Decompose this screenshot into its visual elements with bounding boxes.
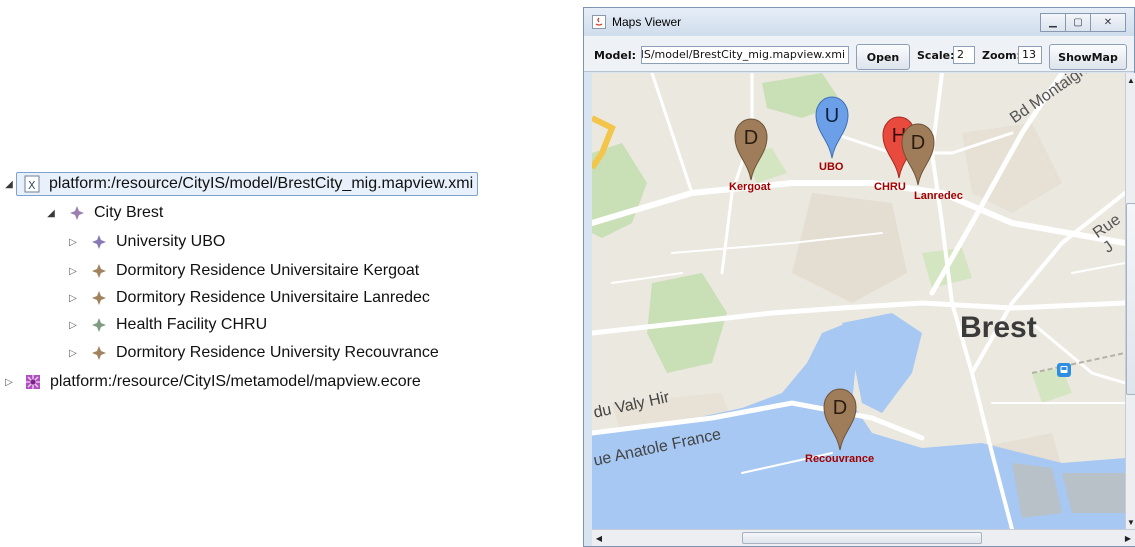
tree-row-root-file[interactable]: ◢ X platform:/resource/CityIS/model/Bres… (2, 171, 479, 197)
ecore-file-label: platform:/resource/CityIS/metamodel/mapv… (50, 373, 421, 390)
map-canvas[interactable]: Bd Montaigne Rue J du Valy Hir ue Anatol… (592, 73, 1125, 529)
horizontal-scroll-thumb[interactable] (742, 532, 982, 544)
scale-label: Scale: (917, 49, 955, 62)
svg-text:D: D (911, 132, 925, 154)
marker-recouvrance-icon[interactable]: D (823, 388, 857, 452)
health-diamond-icon (88, 314, 110, 336)
scroll-left-icon[interactable]: ◀ (592, 530, 606, 546)
vertical-scrollbar[interactable]: ▲ ▼ (1125, 73, 1135, 529)
svg-text:D: D (744, 127, 758, 149)
horizontal-scrollbar[interactable]: ◀ ▶ (592, 529, 1135, 546)
marker-label: Recouvrance (805, 453, 875, 465)
maps-viewer-window: Maps Viewer ▁ ▢ ✕ Model: CityIS/model/Br… (583, 7, 1135, 547)
scale-field[interactable]: 2 (953, 46, 975, 64)
svg-text:X: X (28, 179, 36, 192)
collapsed-triangle-icon[interactable]: ▷ (66, 237, 80, 248)
collapsed-triangle-icon[interactable]: ▷ (66, 348, 80, 359)
bus-station-icon[interactable] (1057, 363, 1071, 377)
tree-row-child[interactable]: ▷ Dormitory Residence Universitaire Kerg… (66, 258, 419, 284)
maximize-button[interactable]: ▢ (1065, 13, 1091, 32)
tree-row-child[interactable]: ▷ University UBO (66, 229, 225, 255)
open-button[interactable]: Open (856, 44, 910, 70)
expanded-triangle-icon[interactable]: ◢ (44, 208, 58, 219)
svg-text:D: D (833, 397, 847, 419)
zoom-label: Zoom: (982, 49, 1021, 62)
city-map-label: Brest (960, 311, 1037, 344)
tree-row-child[interactable]: ▷ Health Facility CHRU (66, 312, 267, 338)
marker-label: Kergoat (729, 181, 771, 193)
tree-row-city[interactable]: ◢ City Brest (44, 200, 163, 226)
close-icon: ✕ (1103, 17, 1113, 28)
minimize-button[interactable]: ▁ (1040, 13, 1066, 32)
child-label: Dormitory Residence University Recouvran… (116, 344, 439, 361)
marker-lanredec-icon[interactable]: D (901, 123, 935, 187)
dormitory-diamond-icon (88, 287, 110, 309)
scroll-right-icon[interactable]: ▶ (1121, 530, 1135, 546)
close-button[interactable]: ✕ (1090, 13, 1126, 32)
scroll-up-icon[interactable]: ▲ (1126, 73, 1135, 87)
expanded-triangle-icon[interactable]: ◢ (2, 179, 16, 190)
minimize-icon: ▁ (1049, 17, 1057, 28)
ecore-file-icon (22, 371, 44, 393)
toolbar: Model: CityIS/model/BrestCity_mig.mapvie… (584, 36, 1134, 72)
tree-row-ecore-file[interactable]: ▷ platform:/resource/CityIS/metamodel/ma… (2, 369, 421, 395)
tree-row-child[interactable]: ▷ Dormitory Residence University Recouvr… (66, 340, 439, 366)
marker-kergoat-icon[interactable]: D (734, 118, 768, 182)
child-label: University UBO (116, 233, 226, 250)
xmi-file-icon: X (21, 173, 43, 195)
scroll-down-icon[interactable]: ▼ (1126, 515, 1135, 529)
collapsed-triangle-icon[interactable]: ▷ (2, 377, 16, 388)
marker-label: Lanredec (914, 190, 963, 202)
dormitory-diamond-icon (88, 260, 110, 282)
model-label: Model: (594, 49, 637, 62)
marker-ubo-icon[interactable]: U (815, 96, 849, 160)
model-tree: ◢ X platform:/resource/CityIS/model/Bres… (0, 0, 580, 547)
zoom-field[interactable]: 13 (1018, 46, 1042, 64)
collapsed-triangle-icon[interactable]: ▷ (66, 266, 80, 277)
java-app-icon (592, 15, 606, 29)
model-path-field[interactable]: CityIS/model/BrestCity_mig.mapview.xmi (641, 46, 849, 64)
maximize-icon: ▢ (1073, 17, 1083, 28)
marker-label: UBO (819, 161, 844, 173)
window-title: Maps Viewer (612, 15, 682, 29)
title-bar[interactable]: Maps Viewer ▁ ▢ ✕ (584, 8, 1134, 36)
child-label: Dormitory Residence Universitaire Kergoa… (116, 262, 420, 279)
root-file-label: platform:/resource/CityIS/model/BrestCit… (49, 175, 474, 192)
university-diamond-icon (88, 231, 110, 253)
showmap-button[interactable]: ShowMap (1049, 44, 1127, 70)
vertical-scroll-thumb[interactable] (1126, 203, 1135, 395)
collapsed-triangle-icon[interactable]: ▷ (66, 293, 80, 304)
dormitory-diamond-icon (88, 342, 110, 364)
tree-row-child[interactable]: ▷ Dormitory Residence Universitaire Lanr… (66, 285, 430, 311)
child-label: Health Facility CHRU (116, 316, 268, 333)
collapsed-triangle-icon[interactable]: ▷ (66, 320, 80, 331)
city-diamond-icon (66, 202, 88, 224)
city-label: City Brest (94, 204, 164, 221)
child-label: Dormitory Residence Universitaire Lanred… (116, 289, 430, 306)
svg-text:U: U (825, 105, 839, 127)
